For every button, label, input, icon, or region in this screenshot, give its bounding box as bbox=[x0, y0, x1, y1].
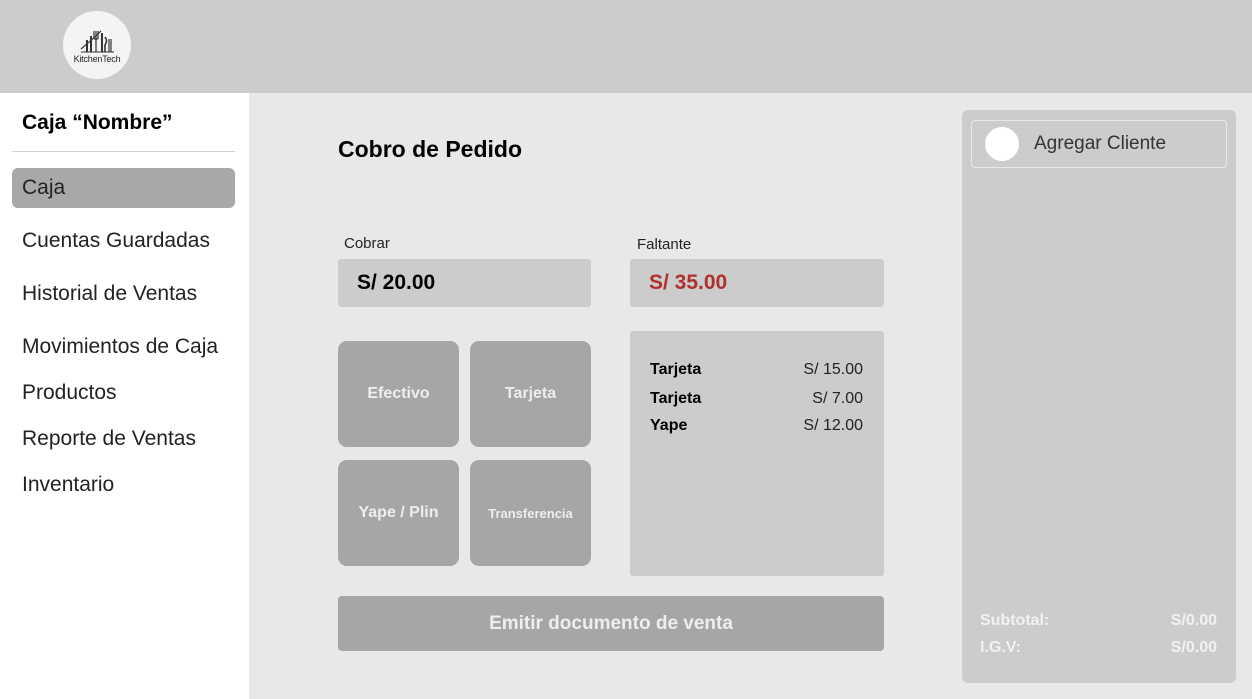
payment-amount: S/ 12.00 bbox=[803, 417, 863, 434]
page-title: Cobro de Pedido bbox=[338, 136, 522, 162]
igv-row: I.G.V: S/0.00 bbox=[980, 639, 1217, 657]
subtotal-value: S/0.00 bbox=[1170, 612, 1217, 629]
avatar bbox=[985, 127, 1019, 161]
igv-label: I.G.V: bbox=[980, 639, 1021, 656]
list-item[interactable]: Tarjeta S/ 7.00 bbox=[650, 390, 863, 408]
add-client-label: Agregar Cliente bbox=[1034, 133, 1167, 154]
subtotal-label: Subtotal: bbox=[980, 612, 1050, 629]
kitchen-utensils-icon bbox=[80, 30, 114, 52]
sidebar: Caja “Nombre” Caja Cuentas Guardadas His… bbox=[0, 93, 249, 699]
sidebar-item-productos[interactable]: Productos bbox=[12, 373, 235, 413]
sidebar-item-reporte-de-ventas[interactable]: Reporte de Ventas bbox=[12, 419, 235, 459]
yape-plin-button[interactable]: Yape / Plin bbox=[338, 460, 459, 566]
sidebar-item-inventario[interactable]: Inventario bbox=[12, 465, 235, 505]
order-summary-panel: Agregar Cliente Subtotal: S/0.00 I.G.V: … bbox=[962, 110, 1236, 683]
sidebar-item-historial-de-ventas[interactable]: Historial de Ventas bbox=[12, 274, 235, 314]
cobrar-label: Cobrar bbox=[344, 235, 390, 252]
add-client-button[interactable]: Agregar Cliente bbox=[971, 120, 1227, 168]
cobrar-amount-field[interactable]: S/ 20.00 bbox=[338, 259, 591, 307]
faltante-amount: S/ 35.00 bbox=[630, 259, 884, 307]
subtotal-row: Subtotal: S/0.00 bbox=[980, 612, 1217, 630]
payments-list: Tarjeta S/ 15.00 Tarjeta S/ 7.00 Yape S/… bbox=[630, 331, 884, 576]
sidebar-item-cuentas-guardadas[interactable]: Cuentas Guardadas bbox=[12, 221, 235, 261]
payment-amount: S/ 15.00 bbox=[803, 361, 863, 378]
tarjeta-button[interactable]: Tarjeta bbox=[470, 341, 591, 447]
faltante-label: Faltante bbox=[637, 236, 692, 253]
efectivo-button[interactable]: Efectivo bbox=[338, 341, 459, 447]
kitchentech-logo[interactable]: KitchenTech bbox=[63, 11, 131, 79]
igv-value: S/0.00 bbox=[1170, 639, 1217, 656]
payment-method: Tarjeta bbox=[650, 390, 702, 407]
payment-method: Yape bbox=[650, 417, 688, 434]
sidebar-item-caja[interactable]: Caja bbox=[12, 168, 235, 208]
payment-amount: S/ 7.00 bbox=[812, 390, 863, 407]
transferencia-button[interactable]: Transferencia bbox=[470, 460, 591, 566]
logo-text: KitchenTech bbox=[73, 53, 121, 64]
sidebar-title: Caja “Nombre” bbox=[22, 111, 173, 134]
list-item[interactable]: Yape S/ 12.00 bbox=[650, 417, 863, 435]
payment-method: Tarjeta bbox=[650, 361, 702, 378]
emit-document-button[interactable]: Emitir documento de venta bbox=[338, 596, 884, 651]
sidebar-divider bbox=[12, 151, 235, 152]
top-bar: KitchenTech bbox=[0, 0, 1252, 93]
sidebar-item-movimientos-de-caja[interactable]: Movimientos de Caja bbox=[12, 327, 235, 367]
list-item[interactable]: Tarjeta S/ 15.00 bbox=[650, 361, 863, 379]
